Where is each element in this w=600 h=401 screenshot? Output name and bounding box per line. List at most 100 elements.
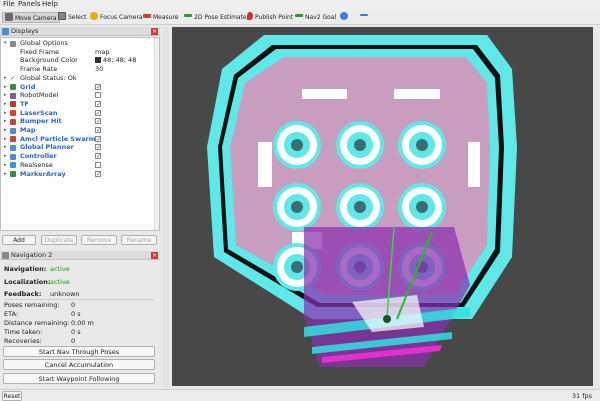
display-item-controller[interactable]: ▸ Controller ✓ [1,152,159,161]
pose-estimate-icon [184,14,192,17]
check-icon: ✓ [10,73,16,82]
chevron-right-icon[interactable]: ▸ [4,83,7,92]
display-item-realsense[interactable]: ▸ Realsense [1,161,159,170]
display-checkbox[interactable] [95,92,101,99]
menu-help[interactable]: Help [42,0,58,8]
navigation-icon [2,252,9,259]
global-planner-icon [10,144,16,151]
background-color-value[interactable]: 48; 48; 48 [95,56,136,65]
remove-button[interactable]: Remove [81,235,117,245]
chevron-right-icon[interactable]: ▸ [4,135,7,144]
reset-button[interactable]: Reset [2,391,22,401]
map-icon [10,127,16,134]
toolbar: Move Camera Select Focus Camera Measure … [0,10,600,25]
scrollbar[interactable] [154,38,159,230]
tree-row-fixed-frame[interactable]: Fixed Frame map [1,48,159,57]
display-item-amcl-particle-swarm[interactable]: ▸ Amcl Particle Swarm ✓ [1,135,159,144]
costmap-layer [304,226,470,367]
tree-row-global-options[interactable]: ▾ Global Options [1,39,159,48]
display-checkbox[interactable]: ✓ [95,109,101,116]
display-item-grid[interactable]: ▸ Grid ✓ [1,83,159,92]
menu-file[interactable]: File [3,0,15,8]
display-checkbox[interactable]: ✓ [95,144,101,151]
display-checkbox[interactable]: ✓ [95,118,101,125]
localization-label: Localization: [4,278,51,286]
nav-goal-button[interactable]: Nav2 Goal [293,12,338,23]
duplicate-button[interactable]: Duplicate [41,235,77,245]
focus-camera-button[interactable]: Focus Camera [88,12,145,23]
display-item-tf[interactable]: ▸ TF ✓ [1,100,159,109]
eta-label: ETA: [4,310,19,318]
render-viewport[interactable] [172,27,593,386]
realsense-icon [10,162,16,169]
display-checkbox[interactable]: ✓ [95,153,101,160]
localization-status: active [50,278,70,286]
select-button[interactable]: Select [56,12,89,23]
navigation-status: active [50,265,70,273]
time-taken-label: Time taken: [4,328,43,336]
add-tool-icon [340,12,348,20]
tree-row-background-color[interactable]: Background Color 48; 48; 48 [1,56,159,65]
nav-goal-icon [295,14,303,17]
recoveries-value: 0 [71,337,76,345]
display-item-robotmodel[interactable]: ▸ RobotModel [1,91,159,100]
divider [4,299,154,300]
chevron-right-icon[interactable]: ▸ [4,117,7,126]
robot-model-icon [10,92,16,99]
settings-icon [10,40,16,47]
chevron-right-icon[interactable]: ▸ [4,91,7,100]
display-checkbox[interactable]: ✓ [95,83,101,90]
status-bar: Reset 31 fps [0,389,600,401]
chevron-right-icon[interactable]: ▸ [4,74,7,83]
chevron-down-icon[interactable]: ▾ [4,39,7,48]
menu-panels[interactable]: Panels [18,0,41,8]
remove-tool-button[interactable] [358,12,372,23]
display-item-laserscan[interactable]: ▸ LaserScan ✓ [1,109,159,118]
eta-value: 0 s [71,310,81,318]
laserscan-icon [10,110,16,117]
move-camera-button[interactable]: Move Camera [2,12,60,23]
add-tool-button[interactable] [338,12,352,23]
displays-icon [2,28,9,35]
distance-remaining-label: Distance remaining: [4,319,70,327]
display-checkbox[interactable]: ✓ [95,135,101,142]
cancel-accumulation-button[interactable]: Cancel Accumulation [3,359,155,370]
panel-splitter[interactable] [163,27,169,387]
controller-icon [10,153,16,160]
pose-estimate-button[interactable]: 2D Pose Estimate [182,12,249,23]
select-icon [58,12,66,20]
chevron-right-icon[interactable]: ▸ [4,152,7,161]
publish-point-button[interactable]: Publish Point [245,12,295,23]
move-camera-icon [5,13,13,21]
grid-icon [10,84,16,90]
close-icon[interactable]: × [151,28,158,35]
display-item-map[interactable]: ▸ Map ✓ [1,126,159,135]
close-icon[interactable]: × [151,252,158,259]
display-checkbox[interactable]: ✓ [95,170,101,177]
chevron-right-icon[interactable]: ▸ [4,109,7,118]
display-item-markerarray[interactable]: ▸ MarkerArray ✓ [1,170,159,179]
display-item-bumper-hit[interactable]: ▸ Bumper Hit ✓ [1,117,159,126]
chevron-right-icon[interactable]: ▸ [4,100,7,109]
recoveries-label: Recoveries: [4,337,42,345]
tree-row-frame-rate[interactable]: Frame Rate 30 [1,65,159,74]
display-checkbox[interactable]: ✓ [95,127,101,134]
display-checkbox[interactable] [95,161,101,168]
remove-tool-icon [360,14,368,16]
rename-button[interactable]: Rename [121,235,157,245]
add-button[interactable]: Add [2,235,36,245]
display-item-global-planner[interactable]: ▸ Global Planner ✓ [1,143,159,152]
chevron-right-icon[interactable]: ▸ [4,161,7,170]
start-nav-through-poses-button[interactable]: Start Nav Through Poses [3,346,155,357]
measure-icon [143,14,151,18]
chevron-right-icon[interactable]: ▸ [4,143,7,152]
poses-remaining-value: 0 [71,301,76,309]
poses-remaining-label: Poses remaining: [4,301,60,309]
chevron-right-icon[interactable]: ▸ [4,126,7,135]
measure-button[interactable]: Measure [141,12,181,23]
time-taken-value: 0 s [71,328,81,336]
chevron-right-icon[interactable]: ▸ [4,170,7,179]
start-waypoint-following-button[interactable]: Start Waypoint Following [3,373,155,384]
display-checkbox[interactable]: ✓ [95,100,101,107]
tree-row-global-status[interactable]: ▸ ✓ Global Status: Ok [1,74,159,83]
